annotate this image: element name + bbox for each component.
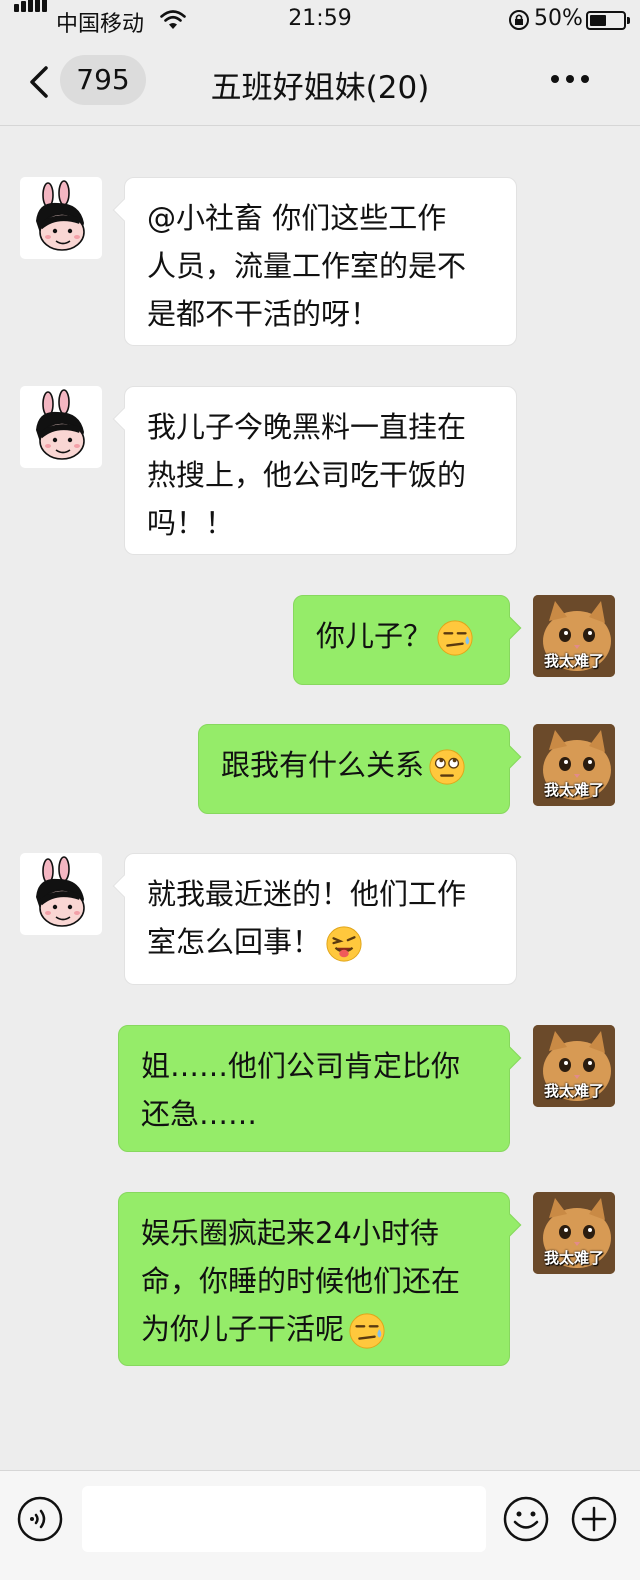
message-text: 姐……他们公司肯定比你 还急…… xyxy=(141,1049,461,1131)
bubble-tail xyxy=(498,1213,522,1237)
bubble-tail xyxy=(112,407,136,431)
chat-title: 五班好姐妹(20) xyxy=(210,70,430,106)
battery-percent: 50% xyxy=(534,6,583,31)
bubble-tail xyxy=(112,874,136,898)
status-bar: 中国移动 21:59 50% xyxy=(0,0,640,40)
message-text: 就我最近迷的！他们工作 室怎么回事！ xyxy=(147,877,467,959)
battery-fill xyxy=(590,15,606,26)
sender-avatar[interactable] xyxy=(20,386,102,468)
message-text: 你儿子？ xyxy=(316,619,433,653)
rotation-lock-icon xyxy=(509,10,529,30)
outgoing-bubble[interactable]: 娱乐圈疯起来24小时待 命，你睡的时候他们还在 为你儿子干活呢 xyxy=(118,1192,522,1366)
my-avatar[interactable]: 我太难了 xyxy=(533,1025,615,1107)
sender-avatar[interactable] xyxy=(20,853,102,935)
message-text: 我儿子今晚黑料一直挂在 热搜上，他公司吃干饭的 吗！！ xyxy=(147,410,467,540)
more-dots-icon[interactable] xyxy=(548,64,592,94)
outgoing-bubble[interactable]: 你儿子？ xyxy=(293,595,522,685)
chat-header: 795 五班好姐妹(20) xyxy=(0,40,640,126)
bubble-tail xyxy=(112,198,136,222)
sender-avatar[interactable] xyxy=(20,177,102,259)
my-avatar[interactable]: 我太难了 xyxy=(533,595,615,677)
bubble-tail xyxy=(498,1046,522,1070)
incoming-bubble[interactable]: 我儿子今晚黑料一直挂在 热搜上，他公司吃干饭的 吗！！ xyxy=(112,386,517,555)
plus-circle-icon[interactable] xyxy=(570,1495,618,1543)
smirk-sweat-emoji xyxy=(348,1312,386,1350)
eye-roll-emoji xyxy=(428,748,466,786)
bubble-tail xyxy=(498,745,522,769)
avatar-caption: 我太难了 xyxy=(543,652,604,670)
my-avatar[interactable]: 我太难了 xyxy=(533,1192,615,1274)
voice-input-icon[interactable] xyxy=(16,1495,64,1543)
input-bar xyxy=(0,1470,640,1580)
avatar-caption: 我太难了 xyxy=(543,781,604,799)
message-text: @小社畜 你们这些工作 人员，流量工作室的是不 是都不干活的呀！ xyxy=(147,201,467,331)
my-avatar[interactable]: 我太难了 xyxy=(533,724,615,806)
smiley-icon[interactable] xyxy=(502,1495,550,1543)
smirk-sweat-emoji xyxy=(436,619,474,657)
battery-icon xyxy=(586,11,630,30)
message-text: 娱乐圈疯起来24小时待 命，你睡的时候他们还在 为你儿子干活呢 xyxy=(141,1216,461,1346)
incoming-bubble[interactable]: 就我最近迷的！他们工作 室怎么回事！ xyxy=(112,853,517,985)
message-text: 跟我有什么关系 xyxy=(221,748,425,782)
outgoing-bubble[interactable]: 跟我有什么关系 xyxy=(198,724,522,814)
outgoing-bubble[interactable]: 姐……他们公司肯定比你 还急…… xyxy=(118,1025,522,1152)
avatar-caption: 我太难了 xyxy=(543,1082,604,1100)
message-input[interactable] xyxy=(82,1486,486,1552)
bubble-tail xyxy=(498,616,522,640)
incoming-bubble[interactable]: @小社畜 你们这些工作 人员，流量工作室的是不 是都不干活的呀！ xyxy=(112,177,517,346)
avatar-caption: 我太难了 xyxy=(543,1249,604,1267)
tongue-wink-emoji xyxy=(325,925,363,963)
